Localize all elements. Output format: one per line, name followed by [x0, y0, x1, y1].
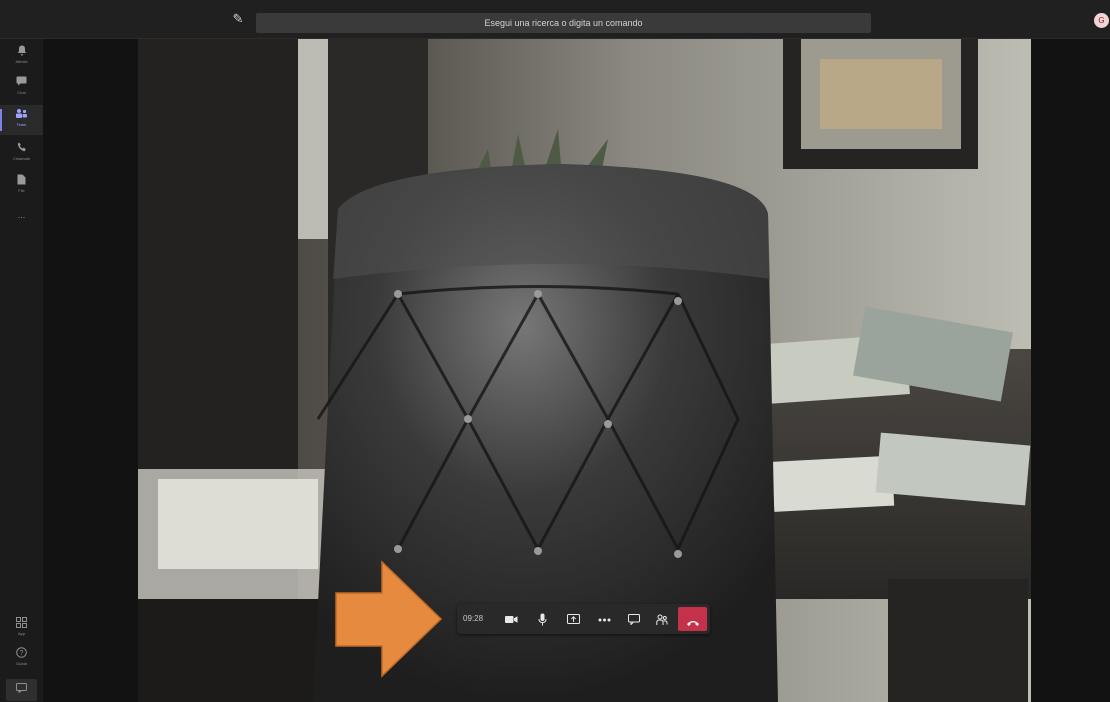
chat-icon [628, 612, 640, 627]
share-screen-button[interactable] [560, 604, 586, 634]
phone-icon [15, 142, 29, 156]
more-icon: ... [17, 210, 26, 220]
apps-icon [15, 617, 29, 631]
show-participants-button[interactable] [649, 604, 675, 634]
chat-icon [15, 76, 29, 90]
microphone-icon [538, 612, 547, 626]
participants-icon [656, 612, 668, 626]
hang-up-button[interactable] [678, 607, 707, 631]
sidebar-item-label: Chat [17, 90, 26, 95]
sidebar-item-label: App [17, 631, 26, 636]
show-conversation-button[interactable] [621, 604, 647, 634]
avatar[interactable]: G [1094, 13, 1109, 28]
sidebar-item-apps[interactable]: App [0, 617, 43, 636]
bell-icon [15, 45, 29, 59]
sidebar-item-activity[interactable]: Attività [0, 42, 43, 72]
sidebar-item-calls[interactable]: Chiamate [0, 139, 43, 169]
sidebar-item-label: Chiamate [12, 156, 31, 161]
compose-icon[interactable]: ✎ [230, 11, 246, 27]
svg-text:?: ? [20, 650, 24, 657]
participant-video [138, 39, 1031, 702]
microphone-button[interactable] [529, 604, 555, 634]
call-timer: 09:28 [463, 614, 484, 623]
feedback-button[interactable] [6, 679, 37, 701]
app-sidebar: Attività Chat Team Chiamate File ... App [0, 39, 43, 702]
hang-up-icon [678, 614, 707, 632]
search-input[interactable]: Esegui una ricerca o digita un comando [256, 13, 871, 33]
share-screen-icon [566, 612, 580, 626]
sidebar-item-files[interactable]: File [0, 171, 43, 201]
sidebar-item-label: Team [16, 122, 27, 127]
feedback-icon [15, 683, 29, 697]
sidebar-item-teams[interactable]: Team [0, 105, 43, 135]
sidebar-item-help[interactable]: ? Guida [0, 647, 43, 666]
annotation-arrow [334, 560, 444, 683]
help-icon: ? [15, 647, 29, 661]
camera-button[interactable] [497, 604, 525, 634]
sidebar-item-label: Guida [16, 661, 27, 666]
call-stage [43, 39, 1110, 702]
sidebar-item-label: Attività [15, 59, 28, 64]
file-icon [15, 174, 29, 188]
sidebar-item-label: File [18, 188, 25, 193]
call-controls-bar: 09:28 [457, 604, 710, 634]
more-actions-button[interactable] [591, 604, 617, 634]
more-actions-icon [598, 612, 611, 626]
camera-icon [504, 612, 518, 626]
top-bar: ✎ Esegui una ricerca o digita un comando… [0, 0, 1110, 39]
teams-icon [15, 108, 29, 122]
sidebar-item-chat[interactable]: Chat [0, 73, 43, 103]
sidebar-item-more[interactable]: ... [0, 205, 43, 235]
